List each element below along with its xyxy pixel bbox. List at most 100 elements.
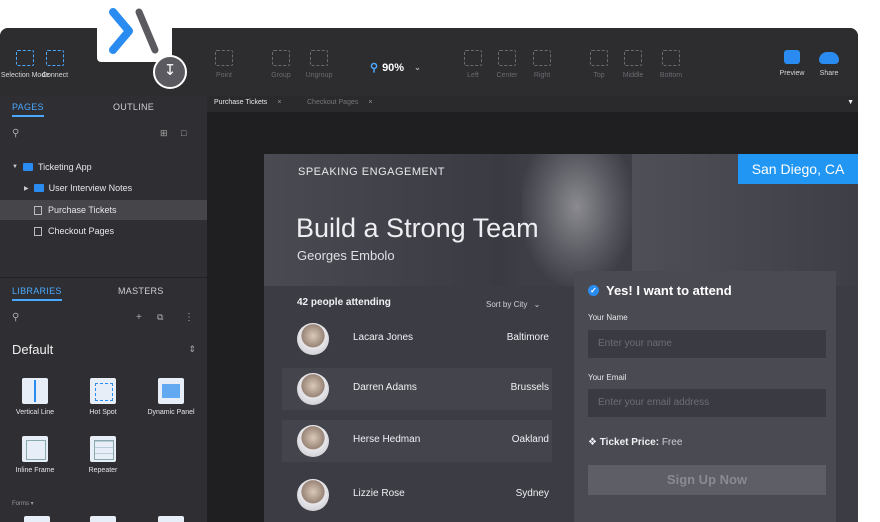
zoom-control[interactable]: ⚲ 90% ⌄: [370, 61, 421, 75]
droplist-icon: [158, 516, 184, 522]
name-label: Your Name: [588, 313, 628, 322]
add-icon[interactable]: +: [136, 312, 142, 323]
add-folder-icon[interactable]: □: [181, 128, 186, 138]
tree-item-purchase-tickets[interactable]: Purchase Tickets: [0, 200, 241, 220]
avatar: [297, 425, 329, 457]
align-bottom-icon: [662, 50, 680, 66]
ungroup-label: Ungroup: [305, 72, 333, 79]
download-icon: ↧: [153, 55, 187, 89]
play-icon: [784, 50, 800, 64]
widget-label: Vertical Line: [15, 409, 55, 416]
tree-item-user-interview-notes[interactable]: ▶ User Interview Notes: [0, 178, 231, 198]
align-middle-icon: [624, 50, 642, 66]
inline-frame-icon: [22, 436, 48, 462]
share-label: Share: [819, 70, 839, 77]
attendee-city: Baltimore: [506, 332, 549, 343]
tab-masters[interactable]: MASTERS: [118, 286, 164, 296]
libraries-tabs: LIBRARIES MASTERS: [0, 280, 207, 302]
point-icon: [215, 50, 233, 66]
city-badge: San Diego, CA: [738, 154, 858, 184]
vertical-line-icon: [22, 378, 48, 404]
align-right-icon: [533, 50, 551, 66]
close-icon[interactable]: ×: [368, 99, 372, 106]
hot-spot-icon: [90, 378, 116, 404]
tab-checkout-pages[interactable]: Checkout Pages ×: [307, 99, 372, 106]
app-logo: ↧: [97, 0, 187, 89]
ungroup-icon: [310, 50, 328, 66]
widget-dynamic-panel[interactable]: Dynamic Panel: [136, 378, 206, 416]
attendee-row[interactable]: Lacara Jones Baltimore: [282, 318, 552, 360]
widget-repeater[interactable]: Repeater: [68, 436, 138, 474]
align-bottom-label: Bottom: [659, 72, 683, 79]
ticket-price-label: Ticket Price:: [599, 437, 660, 448]
tab-pages[interactable]: PAGES: [12, 102, 44, 117]
attending-count: 42 people attending: [297, 297, 391, 308]
attendee-city: Oakland: [511, 434, 549, 445]
connect-button[interactable]: Connect: [25, 50, 85, 79]
form-title-text: Yes! I want to attend: [606, 283, 732, 298]
attendee-row[interactable]: Darren Adams Brussels: [282, 368, 552, 410]
tree-item-checkout-pages[interactable]: Checkout Pages: [0, 221, 241, 241]
sort-label: Sort by City: [486, 300, 528, 309]
widget-form-textarea[interactable]: [68, 516, 138, 522]
tabs-menu-icon[interactable]: ▼: [847, 99, 854, 106]
text-field-icon: [24, 516, 50, 522]
ticket-icon: ❖: [588, 437, 597, 448]
chevron-down-icon: ⌄: [414, 63, 421, 72]
align-bottom-button[interactable]: Bottom: [641, 50, 701, 79]
search-icon[interactable]: ⚲: [12, 312, 19, 323]
widget-label: Dynamic Panel: [147, 409, 195, 416]
attendee-name: Darren Adams: [353, 382, 417, 393]
cloud-icon: [819, 52, 839, 64]
folder-icon: [33, 184, 44, 192]
tree-item-label: Purchase Tickets: [48, 205, 117, 215]
sign-up-button[interactable]: Sign Up Now: [588, 465, 826, 495]
add-page-icon[interactable]: ⊞: [160, 128, 168, 139]
signup-form: ✓ Yes! I want to attend Your Name Enter …: [574, 271, 836, 522]
name-field[interactable]: Enter your name: [588, 330, 826, 358]
doc-tab-label: Purchase Tickets: [214, 99, 268, 106]
sort-dropdown[interactable]: Sort by City ⌄: [486, 300, 540, 309]
align-right-button[interactable]: Right: [512, 50, 572, 79]
more-icon[interactable]: ⋮: [184, 312, 194, 323]
attendee-name: Lacara Jones: [353, 332, 414, 343]
widget-form-droplist[interactable]: [136, 516, 206, 522]
point-label: Point: [216, 72, 232, 79]
eyebrow-text: SPEAKING ENGAGEMENT: [298, 166, 446, 178]
library-select[interactable]: Default ⇕: [12, 342, 196, 357]
attendee-name: Lizzie Rose: [353, 488, 405, 499]
copy-icon[interactable]: ⧉: [157, 312, 163, 323]
speaker-name: Georges Embolo: [297, 248, 395, 263]
widget-label: Inline Frame: [15, 467, 55, 474]
close-icon[interactable]: ×: [277, 99, 281, 106]
caret-right-icon: ▶: [24, 185, 29, 192]
share-button[interactable]: Share: [799, 50, 858, 77]
tab-outline[interactable]: OUTLINE: [113, 102, 154, 112]
caret-down-icon: ▼: [12, 164, 18, 170]
attendee-row[interactable]: Lizzie Rose Sydney: [282, 474, 552, 516]
widget-vertical-line[interactable]: Vertical Line: [0, 378, 70, 416]
tree-item-label: Checkout Pages: [48, 226, 115, 236]
widget-form-text[interactable]: [2, 516, 72, 522]
avatar: [297, 323, 329, 355]
axure-logo-icon: [109, 8, 159, 54]
tab-libraries[interactable]: LIBRARIES: [12, 286, 62, 301]
tree-item-ticketing-app[interactable]: ▼ Ticketing App: [0, 157, 219, 177]
design-page: SPEAKING ENGAGEMENT Build a Strong Team …: [264, 154, 858, 522]
widget-hot-spot[interactable]: Hot Spot: [68, 378, 138, 416]
zoom-search-icon: ⚲: [370, 62, 379, 74]
document-tabs: Purchase Tickets × Checkout Pages × ▼: [207, 96, 858, 112]
point-button[interactable]: Point: [194, 50, 254, 79]
tree-item-label: Ticketing App: [37, 162, 92, 172]
forms-section-label[interactable]: Forms ▾: [12, 500, 34, 507]
widget-inline-frame[interactable]: Inline Frame: [0, 436, 70, 474]
search-icon[interactable]: ⚲: [12, 128, 19, 139]
widget-label: Hot Spot: [89, 409, 117, 416]
connect-icon: [46, 50, 64, 66]
ticket-price-value: Free: [661, 437, 683, 448]
email-label: Your Email: [588, 373, 627, 382]
email-field[interactable]: Enter your email address: [588, 389, 826, 417]
tab-purchase-tickets[interactable]: Purchase Tickets ×: [214, 99, 281, 106]
ungroup-button[interactable]: Ungroup: [289, 50, 349, 79]
attendee-row[interactable]: Herse Hedman Oakland: [282, 420, 552, 462]
